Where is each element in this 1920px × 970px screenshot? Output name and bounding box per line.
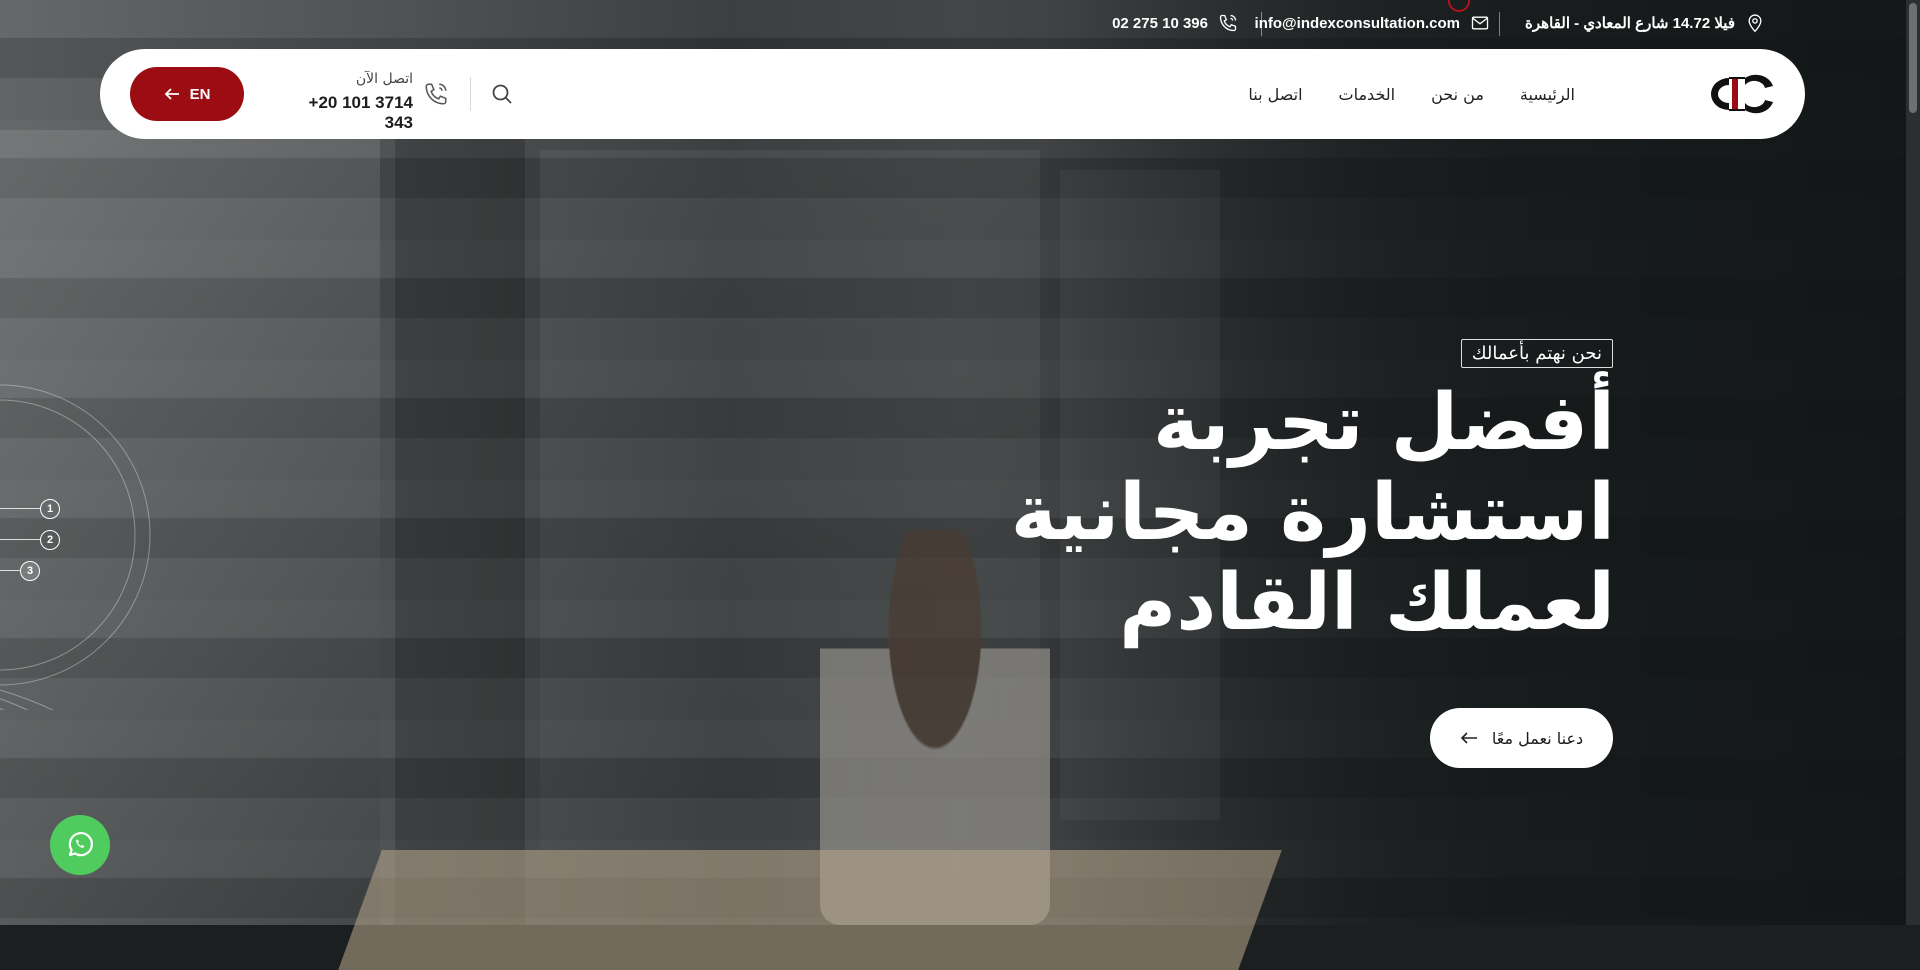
email-link[interactable]: info@indexconsultation.com [1255,15,1460,32]
slider-dot-line [0,539,40,540]
background-table [338,850,1282,970]
nav-item-services[interactable]: الخدمات [1339,85,1396,104]
call-now-number[interactable]: +20 101 3714 343 [283,93,413,133]
nav-item-home[interactable]: الرئيسية [1520,85,1575,104]
phone-link[interactable]: 02 275 10 396 [1112,15,1208,32]
address-info: فيلا 14.72 شارع المعادي - القاهرة [1525,13,1765,33]
phone-icon [1219,14,1237,32]
slider-dot-3-active[interactable]: 3 [20,561,40,581]
phone-info[interactable]: 02 275 10 396 [1112,13,1238,33]
hero-headline: أفضل تجربة استشارة مجانية لعملك القادم [995,378,1615,648]
headline-line-2: استشارة مجانية [1010,468,1615,558]
nav-item-about[interactable]: من نحن [1431,85,1484,104]
location-pin-icon [1748,14,1762,33]
call-now-block[interactable]: اتصل الآن +20 101 3714 343 [283,69,453,132]
language-switch-button[interactable]: EN [130,67,244,121]
arrow-left-icon [164,88,179,100]
navbar-divider [470,77,471,111]
call-now-label: اتصل الآن [355,71,413,87]
arrow-left-icon [1460,732,1477,744]
whatsapp-icon [68,832,93,857]
search-icon[interactable] [490,82,514,106]
phone-call-icon [425,83,447,105]
top-bar-divider [1499,12,1500,36]
main-navbar: الرئيسية من نحن الخدمات اتصل بنا اتصل ال… [100,49,1805,139]
main-menu: الرئيسية من نحن الخدمات اتصل بنا [1248,49,1575,139]
headline-line-3: لعملك القادم [1119,558,1615,648]
whatsapp-button[interactable] [50,815,110,875]
page-scrollbar[interactable] [1906,0,1920,925]
email-info[interactable]: info@indexconsultation.com [1255,13,1490,33]
slider-dot-2[interactable]: 2 [40,530,60,550]
mail-icon [1471,16,1489,30]
scrollbar-thumb[interactable] [1909,3,1917,113]
company-logo[interactable] [1699,72,1775,116]
decorative-rings [0,384,151,710]
nav-item-contact[interactable]: اتصل بنا [1248,85,1302,104]
top-bar-divider [1261,12,1262,36]
slider-dot-line [0,570,20,571]
cta-button[interactable]: دعنا نعمل معًا [1430,708,1613,768]
address-text: فيلا 14.72 شارع المعادي - القاهرة [1525,15,1735,32]
slider-dot-line [0,508,40,509]
background-column [395,130,525,925]
language-label: EN [189,85,211,103]
headline-line-1: أفضل تجربة [1152,378,1615,468]
hero-tagline: نحن نهتم بأعمالك [1460,339,1613,368]
cta-label: دعنا نعمل معًا [1491,728,1584,748]
top-info-bar: فيلا 14.72 شارع المعادي - القاهرة info@i… [0,0,1920,48]
slider-dot-1[interactable]: 1 [40,499,60,519]
